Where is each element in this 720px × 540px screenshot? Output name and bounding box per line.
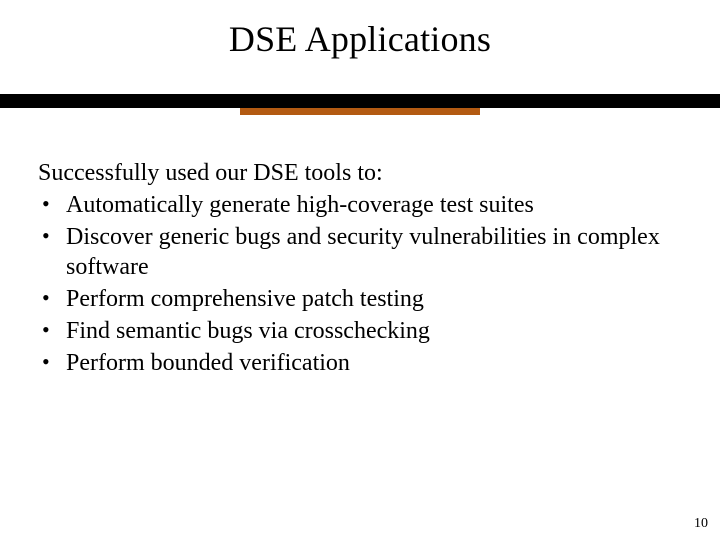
bullet-list: Automatically generate high-coverage tes…	[38, 190, 682, 378]
list-item: Discover generic bugs and security vulne…	[38, 222, 682, 282]
page-number: 10	[694, 516, 708, 532]
divider-bar	[0, 94, 720, 108]
accent-bar	[240, 108, 480, 115]
list-item: Perform bounded verification	[38, 348, 682, 378]
body-text: Successfully used our DSE tools to: Auto…	[38, 158, 682, 380]
slide: DSE Applications Successfully used our D…	[0, 0, 720, 540]
list-item: Find semantic bugs via crosschecking	[38, 316, 682, 346]
intro-line: Successfully used our DSE tools to:	[38, 158, 682, 188]
slide-title: DSE Applications	[0, 18, 720, 60]
list-item: Automatically generate high-coverage tes…	[38, 190, 682, 220]
list-item: Perform comprehensive patch testing	[38, 284, 682, 314]
